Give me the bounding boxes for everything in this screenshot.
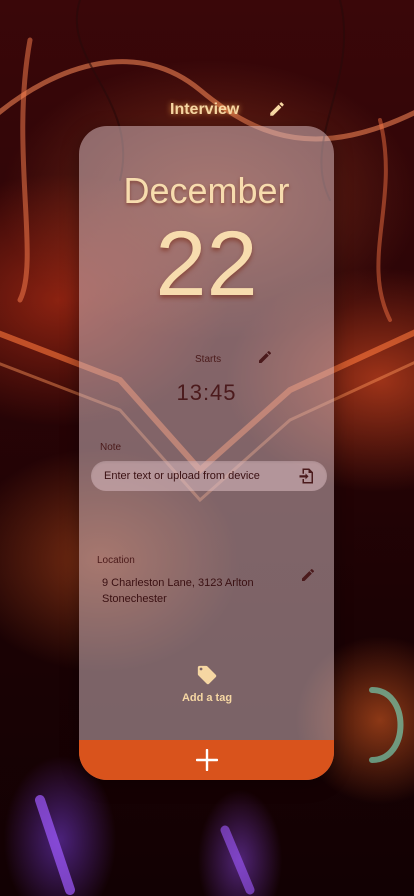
- starts-label: Starts: [195, 354, 222, 365]
- event-header: Interview: [0, 100, 414, 124]
- start-time[interactable]: 13:45: [79, 380, 334, 406]
- event-day: 22: [155, 213, 258, 315]
- pencil-icon[interactable]: [268, 100, 286, 118]
- file-import-icon[interactable]: [298, 467, 316, 485]
- add-tag-label: Add a tag: [181, 692, 233, 704]
- pencil-icon[interactable]: [257, 349, 273, 365]
- event-title[interactable]: Interview: [170, 101, 239, 119]
- location-value: 9 Charleston Lane, 3123 Arlton Stoneches…: [102, 577, 254, 605]
- event-month: December: [123, 170, 290, 211]
- add-button[interactable]: [79, 740, 334, 780]
- event-card: December 22 Starts 13:45 Note Location 9…: [79, 126, 334, 780]
- note-input[interactable]: [104, 461, 294, 491]
- note-label: Note: [100, 442, 122, 453]
- pencil-icon[interactable]: [300, 567, 316, 583]
- location-label: Location: [97, 555, 135, 566]
- tag-icon: [196, 664, 218, 686]
- plus-icon: [195, 748, 219, 772]
- add-tag-button[interactable]: Add a tag: [169, 662, 245, 708]
- note-field: [91, 461, 327, 491]
